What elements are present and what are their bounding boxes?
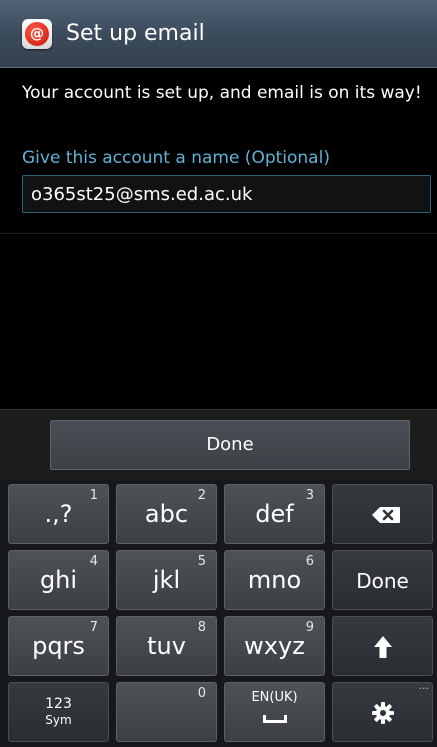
- key-label: ghi: [39, 566, 78, 594]
- key-pqrs[interactable]: pqrs 7: [8, 616, 109, 676]
- key-number: 0: [197, 686, 206, 701]
- account-name-label: Give this account a name (Optional): [22, 148, 330, 168]
- key-label: tuv: [147, 632, 186, 660]
- key-wxyz[interactable]: wxyz 9: [224, 616, 325, 676]
- key-number: 4: [89, 554, 98, 569]
- action-bar: Done: [0, 409, 437, 479]
- key-label-top: 123: [45, 696, 72, 712]
- key-tuv[interactable]: tuv 8: [116, 616, 217, 676]
- key-label: .,?: [44, 500, 73, 528]
- key-number: 8: [197, 620, 206, 635]
- backspace-icon: [372, 507, 400, 523]
- more-options-indicator: ···: [418, 682, 430, 695]
- key-label: wxyz: [244, 632, 305, 660]
- key-label: jkl: [152, 566, 181, 594]
- gear-icon: [372, 702, 394, 724]
- key-number: 1: [89, 488, 98, 503]
- key-number: 3: [305, 488, 314, 503]
- email-app-icon: @: [22, 19, 52, 49]
- key-ghi[interactable]: ghi 4: [8, 550, 109, 610]
- key-backspace[interactable]: [332, 484, 433, 544]
- done-button[interactable]: Done: [50, 420, 410, 470]
- key-number: 7: [89, 620, 98, 635]
- key-label: pqrs: [32, 632, 85, 660]
- divider: [0, 233, 437, 234]
- key-label: Done: [356, 569, 409, 593]
- key-number: 2: [197, 488, 206, 503]
- key-abc[interactable]: abc 2: [116, 484, 217, 544]
- key-jkl[interactable]: jkl 5: [116, 550, 217, 610]
- arrow-up-icon: [374, 636, 392, 658]
- key-number: 5: [197, 554, 206, 569]
- key-number: 6: [305, 554, 314, 569]
- key-language-label: EN(UK): [251, 690, 298, 705]
- key-number: 9: [305, 620, 314, 635]
- key-punctuation[interactable]: .,? 1: [8, 484, 109, 544]
- space-icon: [263, 715, 287, 723]
- key-label: def: [255, 500, 294, 528]
- key-def[interactable]: def 3: [224, 484, 325, 544]
- key-done[interactable]: Done: [332, 550, 433, 610]
- key-space[interactable]: EN(UK): [224, 682, 325, 742]
- page-title: Set up email: [66, 21, 205, 46]
- key-shift[interactable]: [332, 616, 433, 676]
- key-label: abc: [144, 500, 189, 528]
- on-screen-keyboard: .,? 1 abc 2 def 3 ghi 4 jkl 5 mno 6 Done…: [0, 479, 437, 747]
- key-settings[interactable]: ···: [332, 682, 433, 742]
- account-name-input[interactable]: [22, 175, 431, 213]
- email-app-icon-glyph: @: [25, 22, 49, 46]
- title-bar: @ Set up email: [0, 0, 437, 68]
- key-label-bottom: Sym: [45, 713, 72, 727]
- key-zero[interactable]: 0: [116, 682, 217, 742]
- key-label: mno: [247, 566, 302, 594]
- key-mno[interactable]: mno 6: [224, 550, 325, 610]
- key-symbols[interactable]: 123 Sym: [8, 682, 109, 742]
- setup-complete-message: Your account is set up, and email is on …: [22, 83, 422, 103]
